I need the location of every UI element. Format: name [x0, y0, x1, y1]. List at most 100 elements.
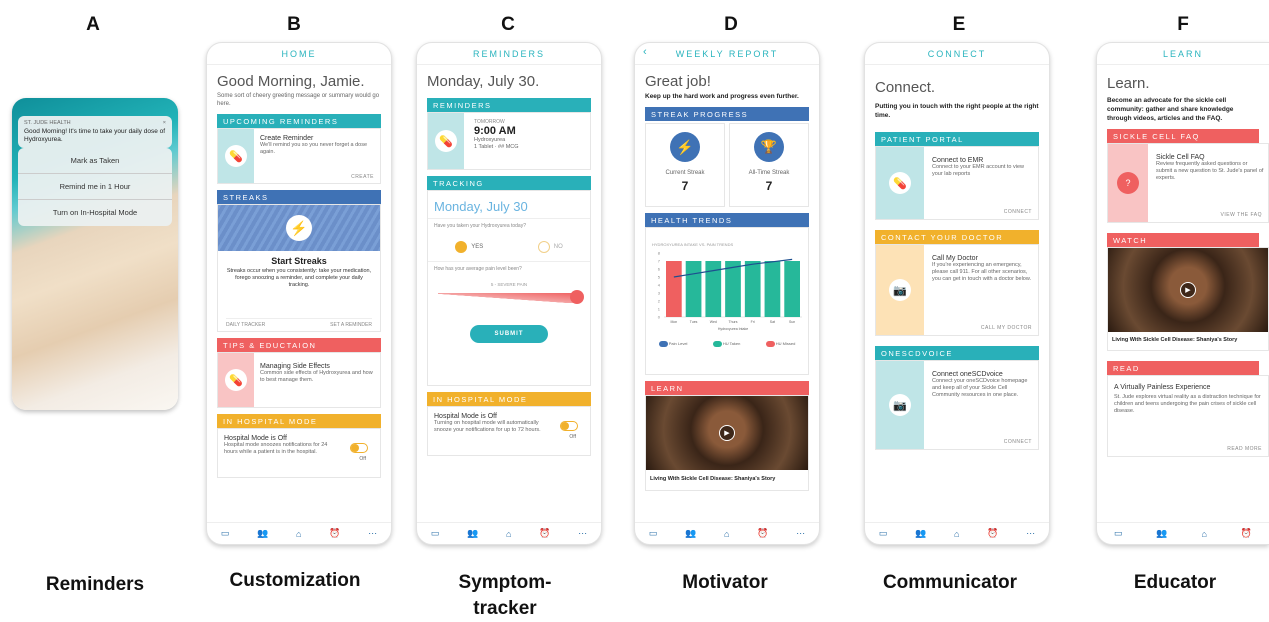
call-doctor-card[interactable]: 📷 Call My Doctor If you're experiencing … [875, 244, 1039, 336]
legend-missed: HU Missed [765, 341, 795, 347]
side-effects-card[interactable]: 💊 Managing Side Effects Common side effe… [217, 352, 381, 408]
y-tick-label: 1 [658, 307, 661, 312]
section-patient-portal: PATIENT PORTAL [875, 132, 1039, 146]
create-reminder-card[interactable]: 💊 Create Reminder We'll remind you so yo… [217, 128, 381, 184]
call-doctor-link[interactable]: CALL MY DOCTOR [981, 325, 1032, 331]
reminder-card[interactable]: 💊 TOMORROW 9:00 AM Hydroxyurea 1 Tablet … [427, 112, 591, 170]
home-icon[interactable]: ⌂ [724, 529, 729, 539]
yes-radio[interactable]: YES [455, 241, 483, 253]
play-icon[interactable]: ▶ [719, 425, 735, 441]
bar-sun [784, 261, 800, 317]
alarm-icon[interactable]: ⏰ [329, 528, 340, 539]
video-thumbnail[interactable]: ▶ [1108, 248, 1268, 332]
dashboard-icon[interactable]: ▭ [431, 528, 440, 539]
card-text: Hospital mode snoozes notifications for … [224, 442, 328, 455]
streaks-title: Start Streaks [271, 256, 327, 266]
current-streak-label: Current Streak [665, 170, 705, 176]
alarm-icon[interactable]: ⏰ [1241, 528, 1252, 539]
dashboard-icon[interactable]: ▭ [649, 528, 658, 539]
bottom-nav: ▭ 👥 ⌂ ⏰ [1097, 522, 1269, 544]
home-icon[interactable]: ⌂ [296, 529, 301, 539]
page-title: REMINDERS [417, 43, 601, 65]
caption-educator: Educator [1133, 572, 1217, 593]
connect-link[interactable]: CONNECT [1004, 439, 1032, 445]
reminders-phone: REMINDERS Monday, July 30. REMINDERS 💊 T… [416, 42, 602, 545]
card-text: Turning on hospital mode will automatica… [434, 420, 541, 433]
view-faq-link[interactable]: VIEW THE FAQ [1221, 212, 1262, 218]
watch-video-card[interactable]: ▶ Living With Sickle Cell Disease: Shani… [1107, 247, 1269, 351]
notification-actions: Mark as Taken Remind me in 1 Hour Turn o… [18, 148, 172, 226]
hospital-mode-card: Hospital Mode is Off Turning on hospital… [427, 406, 591, 456]
notification-card[interactable]: ST. JUDE HEALTH × Good Morning! It's time… [18, 116, 172, 148]
caption-motivator: Motivator [682, 572, 768, 593]
daily-tracker-link[interactable]: DAILY TRACKER [226, 322, 265, 328]
section-faq: SICKLE CELL FAQ [1107, 129, 1259, 143]
people-icon[interactable]: 👥 [1156, 528, 1167, 539]
bottom-nav: ▭ 👥 ⌂ ⏰ ⋯ [865, 522, 1049, 544]
read-more-link[interactable]: READ MORE [1227, 446, 1262, 452]
video-caption: Living With Sickle Cell Disease: Shaniya… [650, 476, 776, 482]
people-icon[interactable]: 👥 [467, 528, 478, 539]
yes-label: YES [471, 244, 484, 250]
alarm-icon[interactable]: ⏰ [987, 528, 998, 539]
page-title: ‹ WEEKLY REPORT [635, 43, 819, 65]
onescdvoice-card[interactable]: 📷 Connect oneSCDvoice Connect your oneSC… [875, 360, 1039, 450]
more-icon[interactable]: ⋯ [1026, 528, 1035, 539]
notification-app-name: ST. JUDE HEALTH [24, 120, 71, 126]
section-reminders: REMINDERS [427, 98, 591, 112]
read-card[interactable]: A Virtually Painless Experience St. Jude… [1107, 375, 1269, 457]
more-icon[interactable]: ⋯ [796, 528, 805, 539]
question-pain: How has your average pain level been? [428, 261, 590, 276]
camera-icon: 📷 [889, 394, 911, 416]
connect-link[interactable]: CONNECT [1004, 209, 1032, 215]
dashboard-icon[interactable]: ▭ [879, 528, 888, 539]
home-phone: HOME Good Morning, Jamie. Some sort of c… [206, 42, 392, 545]
tracking-card: Monday, July 30 Have you taken your Hydr… [427, 190, 591, 386]
subheading: Become an advocate for the sickle cell c… [1107, 97, 1234, 122]
people-icon[interactable]: 👥 [915, 528, 926, 539]
play-icon[interactable]: ▶ [1180, 282, 1196, 298]
video-card[interactable]: ▶ Living With Sickle Cell Disease: Shani… [645, 395, 809, 491]
create-link[interactable]: CREATE [351, 174, 374, 180]
mark-as-taken-button[interactable]: Mark as Taken [18, 148, 172, 174]
dashboard-icon[interactable]: ▭ [1114, 528, 1123, 539]
home-icon[interactable]: ⌂ [954, 529, 959, 539]
submit-button[interactable]: SUBMIT [470, 325, 548, 343]
panel-label-b: B [287, 14, 301, 35]
hospital-mode-toggle[interactable] [350, 443, 368, 453]
heading: Connect. [875, 79, 936, 96]
remind-later-button[interactable]: Remind me in 1 Hour [18, 174, 172, 200]
x-tick-label: Sun [789, 320, 795, 324]
no-radio[interactable]: NO [537, 241, 563, 253]
alarm-icon[interactable]: ⏰ [539, 528, 550, 539]
card-title: Connect oneSCDvoice [932, 371, 1003, 378]
emr-card[interactable]: 💊 Connect to EMR Connect to your EMR acc… [875, 146, 1039, 220]
dashboard-icon[interactable]: ▭ [221, 528, 230, 539]
back-icon[interactable]: ‹ [643, 46, 649, 58]
hospital-mode-toggle[interactable] [560, 421, 578, 431]
video-thumbnail[interactable]: ▶ [646, 396, 808, 470]
card-title: Managing Side Effects [260, 363, 330, 370]
hospital-mode-button[interactable]: Turn on In-Hospital Mode [18, 200, 172, 226]
home-icon[interactable]: ⌂ [506, 529, 511, 539]
learn-phone: LEARN Learn. Become an advocate for the … [1096, 42, 1269, 545]
caption-symptom-line1: Symptom- [458, 572, 552, 593]
people-icon[interactable]: 👥 [685, 528, 696, 539]
alarm-icon[interactable]: ⏰ [757, 528, 768, 539]
more-icon[interactable]: ⋯ [368, 528, 377, 539]
home-icon[interactable]: ⌂ [1201, 529, 1206, 539]
more-icon[interactable]: ⋯ [578, 528, 587, 539]
close-icon[interactable]: × [163, 120, 166, 126]
x-tick-label: Wed [710, 320, 717, 324]
faq-card[interactable]: ? Sickle Cell FAQ Review frequently aske… [1107, 143, 1269, 223]
card-title: Sickle Cell FAQ [1156, 154, 1205, 161]
caption-symptom-line2: tracker [473, 598, 537, 619]
slider-handle[interactable] [570, 290, 584, 304]
people-icon[interactable]: 👥 [257, 528, 268, 539]
reminder-drug: Hydroxyurea [474, 137, 506, 143]
caption-customization: Customization [229, 570, 361, 591]
subheading: Keep up the hard work and progress even … [645, 93, 799, 100]
set-reminder-link[interactable]: SET A REMINDER [330, 322, 372, 328]
pain-slider[interactable] [438, 290, 584, 304]
chart-legend: Pain Level HU Taken HU Missed [646, 341, 808, 347]
